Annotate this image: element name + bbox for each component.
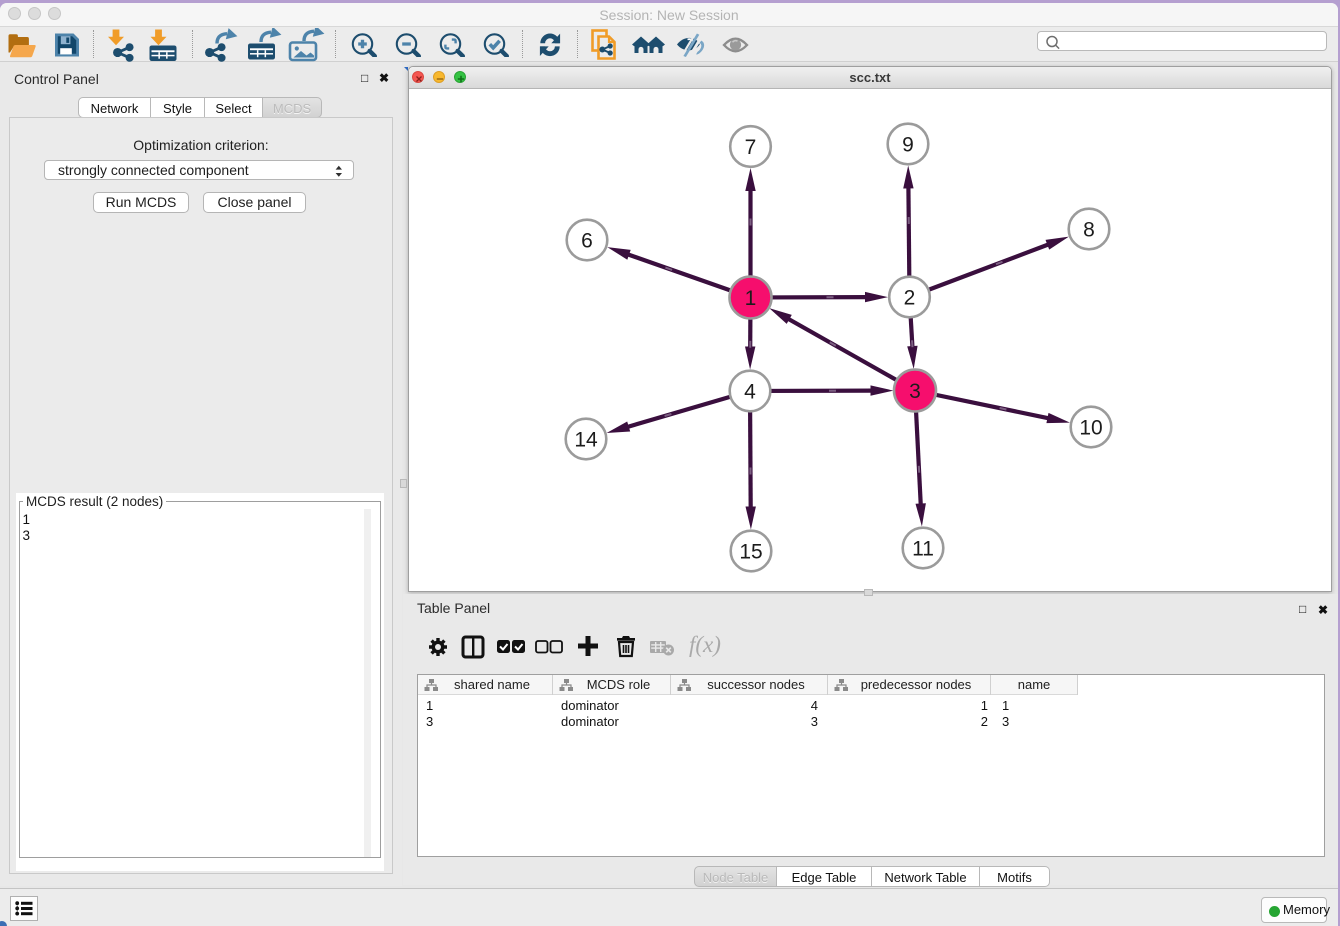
svg-text:4: 4 bbox=[744, 381, 756, 404]
svg-text:6: 6 bbox=[581, 230, 593, 253]
svg-text:15: 15 bbox=[739, 541, 762, 564]
svg-text:2: 2 bbox=[904, 287, 916, 310]
svg-text:1: 1 bbox=[745, 287, 757, 310]
svg-text:14: 14 bbox=[574, 429, 598, 452]
svg-text:7: 7 bbox=[745, 136, 757, 159]
svg-text:10: 10 bbox=[1079, 417, 1102, 440]
svg-text:9: 9 bbox=[902, 134, 914, 157]
svg-text:11: 11 bbox=[912, 538, 934, 561]
svg-text:8: 8 bbox=[1083, 219, 1095, 242]
svg-text:3: 3 bbox=[909, 380, 921, 403]
